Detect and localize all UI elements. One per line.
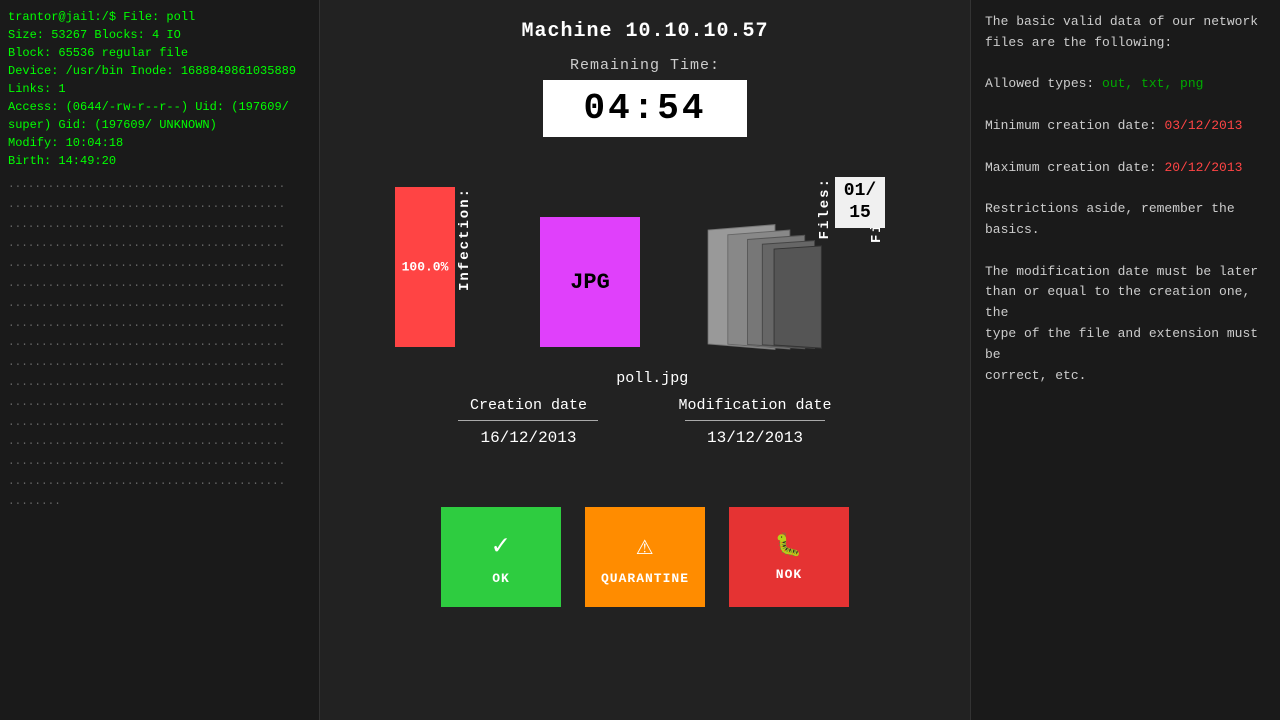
ok-label: OK	[492, 571, 510, 586]
check-icon: ✓	[492, 528, 510, 563]
file-icon: JPG	[540, 217, 640, 347]
terminal-line-5: Links: 1	[8, 80, 311, 98]
info-mod-note-4: correct, etc.	[985, 368, 1086, 383]
timer-display: 04:54	[543, 80, 746, 137]
center-panel: Machine 10.10.10.57 Remaining Time: 04:5…	[320, 0, 970, 720]
info-line-2: files are the following:	[985, 35, 1172, 50]
infection-bar: 100.0%	[395, 187, 455, 347]
infection-area: 100.0% Infection:	[395, 187, 473, 347]
terminal-line-7: super) Gid: (197609/ UNKNOWN)	[8, 116, 311, 134]
info-mod-note-1: The modification date must be later	[985, 264, 1258, 279]
terminal-line-2: Size: 53267 Blocks: 4 IO	[8, 26, 311, 44]
file-type-label: JPG	[570, 270, 610, 295]
creation-date-col: Creation date 16/12/2013	[458, 397, 598, 447]
info-max-date-value: 20/12/2013	[1164, 160, 1242, 175]
date-section: Creation date 16/12/2013 Modification da…	[458, 397, 831, 447]
files-current: 01/	[841, 181, 879, 203]
file-name: poll.jpg	[616, 370, 688, 387]
modification-date-col: Modification date 13/12/2013	[678, 397, 831, 447]
info-allowed-prefix: Allowed types:	[985, 76, 1102, 91]
quarantine-label: QUARANTINE	[601, 571, 689, 586]
modification-date-value: 13/12/2013	[707, 429, 803, 447]
nok-button[interactable]: 🐛 NOK	[729, 507, 849, 607]
modification-date-label: Modification date	[678, 397, 831, 414]
quarantine-icon: ⚠	[636, 528, 654, 563]
files-count: 01/ 15	[835, 177, 885, 228]
terminal-line-9: Birth: 14:49:20	[8, 152, 311, 170]
terminal-dots: ........................................…	[8, 176, 311, 513]
infection-label: Infection:	[457, 187, 473, 291]
action-buttons: ✓ OK ⚠ QUARANTINE 🐛 NOK	[441, 507, 849, 607]
bug-icon: 🐛	[775, 533, 803, 559]
machine-title: Machine 10.10.10.57	[521, 20, 768, 43]
files-display: Files: 01/ 15	[817, 177, 885, 239]
files-vertical-label: Files:	[817, 177, 833, 239]
remaining-label: Remaining Time:	[570, 57, 720, 74]
info-mod-note-2: than or equal to the creation one, the	[985, 284, 1250, 320]
terminal-line-4: Device: /usr/bin Inode: 1688849861035889	[8, 62, 311, 80]
terminal-line-8: Modify: 10:04:18	[8, 134, 311, 152]
info-min-date-value: 03/12/2013	[1164, 118, 1242, 133]
files-total: 15	[841, 203, 879, 225]
creation-date-label: Creation date	[470, 397, 587, 414]
info-mod-note-3: type of the file and extension must be	[985, 326, 1258, 362]
terminal-line-6: Access: (0644/-rw-r--r--) Uid: (197609/	[8, 98, 311, 116]
quarantine-button[interactable]: ⚠ QUARANTINE	[585, 507, 705, 607]
info-panel: The basic valid data of our network file…	[970, 0, 1280, 720]
ok-button[interactable]: ✓ OK	[441, 507, 561, 607]
terminal-line-1: trantor@jail:/$ File: poll	[8, 8, 311, 26]
creation-date-divider	[458, 420, 598, 421]
info-allowed-values: out, txt, png	[1102, 76, 1203, 91]
terminal-line-3: Block: 65536 regular file	[8, 44, 311, 62]
info-restrictions-1: Restrictions aside, remember the	[985, 201, 1235, 216]
nok-label: NOK	[776, 567, 802, 582]
info-max-date-prefix: Maximum creation date:	[985, 160, 1164, 175]
infection-percent: 100.0%	[395, 260, 455, 275]
info-restrictions-2: basics.	[985, 222, 1040, 237]
modification-date-divider	[685, 420, 825, 421]
info-min-date-prefix: Minimum creation date:	[985, 118, 1164, 133]
creation-date-value: 16/12/2013	[480, 429, 576, 447]
terminal-panel: trantor@jail:/$ File: poll Size: 53267 B…	[0, 0, 320, 720]
info-line-1: The basic valid data of our network	[985, 14, 1258, 29]
